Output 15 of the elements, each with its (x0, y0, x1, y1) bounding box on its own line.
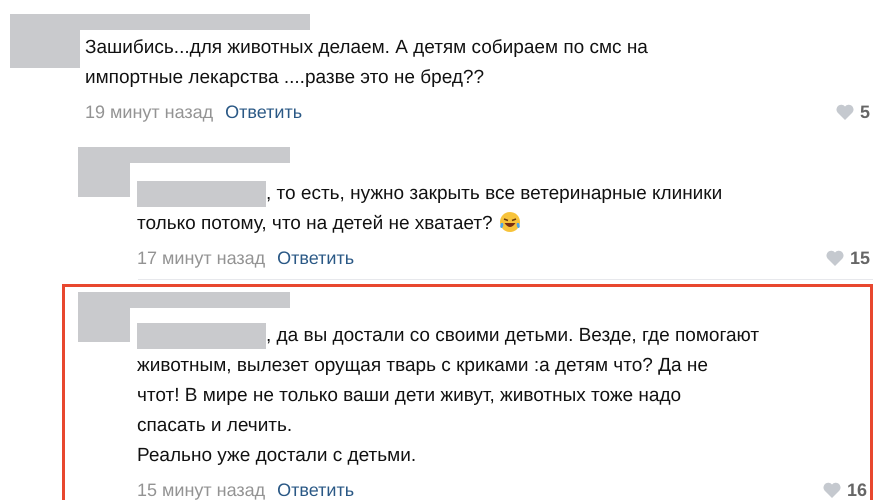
like-count: 16 (846, 480, 867, 500)
heart-icon[interactable] (824, 249, 845, 267)
reply-link[interactable]: Ответить (225, 102, 302, 122)
comment-time: 15 минут назад (137, 480, 266, 500)
heart-icon[interactable] (822, 481, 842, 499)
reply-link[interactable]: Ответить (277, 480, 354, 500)
reply-link[interactable]: Ответить (277, 248, 354, 268)
comment-text: , да вы достали со своими детьми. Везде, где помогают животным, вылезет орущая тварь с криками :а детям что? Да не чтот! В мире не только ваши дети живут, животных тоже надо спасать и лечить. Реально уже достали с детьми. (137, 325, 760, 466)
comment-time: 19 минут назад (85, 102, 214, 122)
comment-text: , то есть, нужно закрыть все ветеринарные клиники только потому, что на детей не хватает? (137, 183, 722, 234)
comment-time: 17 минут назад (137, 248, 266, 268)
like-count: 15 (850, 248, 870, 268)
like-count: 5 (860, 102, 870, 122)
heart-icon[interactable] (834, 103, 855, 121)
comment-text: Зашибись...для животных делаем. А детям собираем по смс на импортные лекарства ....разве это не бред?? (85, 37, 648, 88)
